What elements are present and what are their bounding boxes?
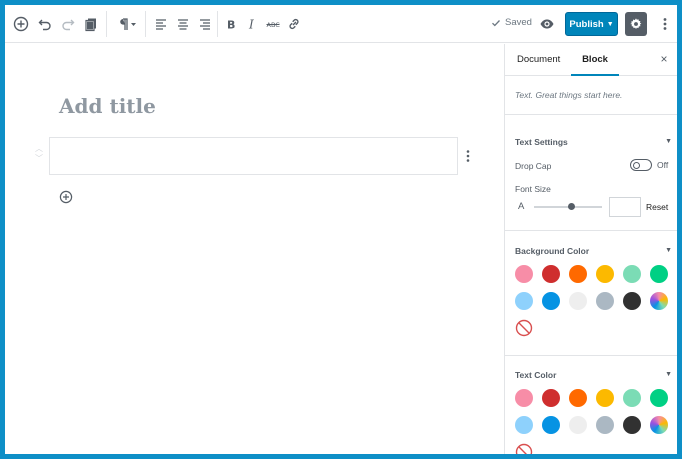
color-swatch[interactable] bbox=[623, 416, 641, 434]
more-options-icon[interactable] bbox=[655, 14, 675, 34]
tab-block[interactable]: Block bbox=[571, 44, 619, 76]
color-swatch[interactable] bbox=[596, 292, 614, 310]
divider bbox=[505, 230, 677, 231]
svg-text:B: B bbox=[227, 19, 235, 32]
top-toolbar: B I ABC Saved Publish ▼ bbox=[5, 5, 677, 43]
divider bbox=[505, 114, 677, 115]
color-swatch[interactable] bbox=[569, 265, 587, 283]
color-swatch[interactable] bbox=[515, 389, 533, 407]
color-swatch[interactable] bbox=[542, 265, 560, 283]
background-color-title[interactable]: Background Color bbox=[515, 246, 589, 256]
close-icon[interactable]: × bbox=[657, 52, 671, 66]
color-swatch[interactable] bbox=[596, 389, 614, 407]
font-size-label: Font Size bbox=[515, 184, 551, 194]
sidebar-tabs: Document Block × bbox=[505, 44, 677, 76]
bold-icon[interactable]: B bbox=[221, 14, 241, 34]
editor-window: B I ABC Saved Publish ▼ Add title bbox=[5, 5, 677, 454]
tab-document[interactable]: Document bbox=[517, 44, 560, 76]
strikethrough-icon[interactable]: ABC bbox=[263, 14, 283, 34]
redo-icon[interactable] bbox=[58, 14, 78, 34]
no-color-icon[interactable] bbox=[515, 443, 533, 454]
chevron-down-icon[interactable]: ﹀ bbox=[34, 154, 44, 164]
color-swatch[interactable] bbox=[542, 416, 560, 434]
color-swatch[interactable] bbox=[650, 416, 668, 434]
caret-down-icon[interactable]: ▼ bbox=[665, 138, 672, 145]
color-swatch[interactable] bbox=[650, 265, 668, 283]
color-swatch[interactable] bbox=[515, 416, 533, 434]
block-mover[interactable]: ︿ ﹀ bbox=[34, 144, 44, 164]
copy-icon[interactable] bbox=[81, 14, 101, 34]
color-swatch[interactable] bbox=[515, 292, 533, 310]
caret-down-icon[interactable]: ▼ bbox=[665, 371, 672, 378]
block-inserter-icon[interactable] bbox=[59, 190, 73, 204]
drop-cap-toggle[interactable] bbox=[630, 159, 652, 171]
toolbar-separator bbox=[145, 11, 146, 37]
divider bbox=[505, 355, 677, 356]
color-swatch[interactable] bbox=[542, 292, 560, 310]
text-color-title[interactable]: Text Color bbox=[515, 370, 556, 380]
color-swatch[interactable] bbox=[515, 265, 533, 283]
undo-icon[interactable] bbox=[35, 14, 55, 34]
caret-down-icon[interactable]: ▼ bbox=[665, 247, 672, 254]
color-swatch[interactable] bbox=[596, 416, 614, 434]
block-description: Text. Great things start here. bbox=[515, 90, 623, 100]
drop-cap-state: Off bbox=[657, 160, 669, 170]
align-center-icon[interactable] bbox=[173, 14, 193, 34]
no-color-icon[interactable] bbox=[515, 319, 533, 337]
font-size-glyph: A bbox=[518, 201, 525, 212]
color-swatch[interactable] bbox=[623, 389, 641, 407]
font-size-slider-handle[interactable] bbox=[567, 203, 575, 210]
color-swatch[interactable] bbox=[650, 292, 668, 310]
align-left-icon[interactable] bbox=[151, 14, 171, 34]
publish-label: Publish bbox=[569, 18, 604, 30]
chevron-down-icon: ▼ bbox=[606, 20, 614, 28]
paragraph-block[interactable] bbox=[49, 137, 458, 175]
add-block-icon[interactable] bbox=[11, 14, 31, 34]
link-icon[interactable] bbox=[284, 14, 304, 34]
svg-text:I: I bbox=[248, 18, 254, 32]
settings-sidebar: Document Block × Text. Great things star… bbox=[504, 44, 677, 454]
editor-canvas: Add title ︿ ﹀ bbox=[5, 44, 504, 454]
saved-label: Saved bbox=[505, 17, 532, 28]
block-more-options-icon[interactable] bbox=[463, 148, 473, 164]
post-title-input[interactable]: Add title bbox=[59, 94, 156, 118]
color-swatch[interactable] bbox=[650, 389, 668, 407]
font-size-input[interactable] bbox=[609, 197, 641, 217]
color-swatch[interactable] bbox=[569, 292, 587, 310]
drop-cap-label: Drop Cap bbox=[515, 161, 552, 171]
font-size-reset-button[interactable]: Reset bbox=[646, 202, 668, 212]
settings-button[interactable] bbox=[625, 12, 647, 36]
chevron-up-icon[interactable]: ︿ bbox=[34, 144, 44, 154]
toolbar-separator bbox=[217, 11, 218, 37]
color-swatch[interactable] bbox=[623, 292, 641, 310]
align-right-icon[interactable] bbox=[195, 14, 215, 34]
eye-icon[interactable] bbox=[537, 14, 557, 34]
color-swatch[interactable] bbox=[623, 265, 641, 283]
saved-status: Saved bbox=[491, 17, 532, 28]
check-icon bbox=[492, 19, 500, 26]
paragraph-icon[interactable] bbox=[113, 14, 139, 34]
toolbar-separator bbox=[106, 11, 107, 37]
text-settings-title[interactable]: Text Settings bbox=[515, 137, 568, 147]
publish-button[interactable]: Publish ▼ bbox=[565, 12, 618, 36]
color-swatch[interactable] bbox=[596, 265, 614, 283]
color-swatch[interactable] bbox=[542, 389, 560, 407]
color-swatch[interactable] bbox=[569, 389, 587, 407]
gear-icon bbox=[630, 18, 642, 29]
color-swatch[interactable] bbox=[569, 416, 587, 434]
italic-icon[interactable]: I bbox=[242, 14, 262, 34]
